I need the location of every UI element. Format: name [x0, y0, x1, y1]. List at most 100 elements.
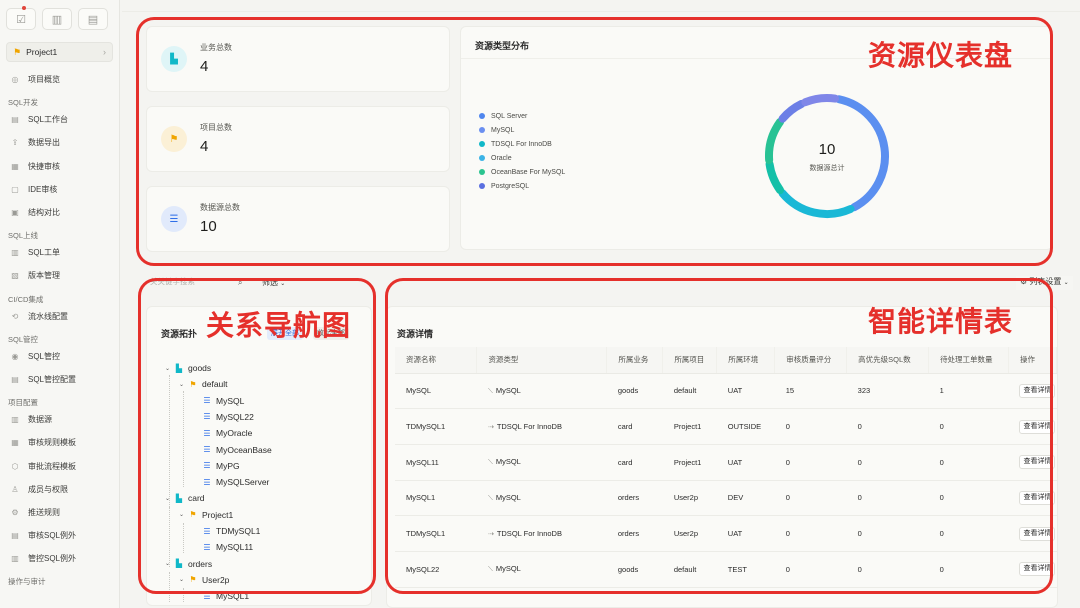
legend-dot	[479, 113, 485, 119]
table-cell-action: 查看详情	[1008, 373, 1057, 410]
settings-icon: ⚙	[1020, 277, 1028, 286]
view-detail-button[interactable]: 查看详情	[1019, 526, 1056, 541]
tree-node-label: MySQLServer	[216, 477, 270, 488]
donut-segment-postgresql[interactable]	[778, 99, 806, 123]
legend-item[interactable]: SQL Server	[479, 109, 565, 123]
column-header: 所属业务	[606, 347, 664, 374]
chevron-down-icon[interactable]: ⌄	[179, 511, 188, 518]
sidebar-item[interactable]: ▤ SQL管控配置	[0, 368, 119, 391]
table-cell-score: 15	[774, 373, 847, 410]
tree-node-biz[interactable]: ⌄ ▙ orders	[165, 557, 212, 571]
donut-segment-tdsql[interactable]	[778, 189, 855, 218]
tree-node-db[interactable]: ☰ MyOracle	[193, 426, 252, 440]
sidebar-item[interactable]: ▢ IDE审核	[0, 178, 119, 201]
column-header: 资源名称	[395, 347, 478, 374]
tree-node-db[interactable]: ☰ MySQLServer	[193, 475, 269, 489]
column-header: 待处理工单数量	[928, 347, 1009, 374]
donut-segment-sqlserver[interactable]	[801, 94, 840, 107]
chevron-down-icon[interactable]: ⌄	[179, 576, 188, 583]
sidebar-item[interactable]: ◉ SQL管控	[0, 345, 119, 368]
tree-node-db[interactable]: ☰ MySQL22	[193, 410, 253, 424]
sidebar-item-label: 成员与权限	[28, 484, 68, 494]
tree-node-db[interactable]: ☰ MyPG	[193, 459, 239, 473]
column-setting-button[interactable]: ⚙ 列表设置 ⌄	[1016, 276, 1073, 290]
legend-item[interactable]: OceanBase For MySQL	[479, 165, 565, 179]
sidebar-item[interactable]: ⟲ 流水线配置	[0, 305, 119, 328]
export-icon: ⇪	[11, 138, 19, 148]
legend-dot	[479, 183, 485, 189]
overview-icon: ◎	[11, 75, 19, 85]
view-detail-button[interactable]: 查看详情	[1019, 562, 1056, 577]
document-icon[interactable]: ▤	[78, 8, 108, 30]
tree-node-proj[interactable]: ⌄ ⚑ User2p	[179, 573, 229, 587]
tree-node-db[interactable]: ☰ MyOceanBase	[193, 443, 271, 457]
donut-segment-oracle[interactable]	[765, 117, 785, 165]
database-icon: ☰	[203, 542, 211, 552]
sidebar-item[interactable]: ◎ 项目概览	[0, 68, 119, 91]
sidebar-item[interactable]: ▥ SQL工单	[0, 241, 119, 264]
tree-node-db[interactable]: ☰ MySQL	[193, 394, 244, 408]
table-cell-type: ⟍ MySQL	[476, 373, 607, 410]
ide-audit-icon: ▢	[11, 184, 19, 194]
legend-item[interactable]: PostgreSQL	[479, 179, 565, 193]
sidebar-item[interactable]: ▥ 数据源	[0, 408, 119, 431]
database-icon: ☰	[203, 428, 211, 438]
view-detail-button[interactable]: 查看详情	[1019, 490, 1056, 505]
table-cell-type: ⟍ MySQL	[476, 444, 607, 481]
legend-item[interactable]: MySQL	[479, 123, 565, 137]
tree-node-label: default	[202, 379, 228, 390]
tree-node-label: Project1	[202, 509, 234, 520]
annotation-navigator: 关系导航图	[206, 309, 352, 342]
table-row[interactable]: MySQL22 ⟍ MySQL goods default TEST 0 0 0 查看详情	[395, 551, 1057, 588]
sidebar-item[interactable]: ⚙ 推送规则	[0, 501, 119, 524]
tree-node-db[interactable]: ☰ MySQL11	[193, 540, 253, 554]
sidebar-item[interactable]: ▤ SQL工作台	[0, 108, 119, 131]
sidebar-item[interactable]: ▤ 审核SQL例外	[0, 524, 119, 547]
tree-node-proj[interactable]: ⌄ ⚑ default	[179, 377, 228, 391]
bar-chart-icon[interactable]: ▥	[42, 8, 72, 30]
sidebar-top-toolbar: ☑ ▥ ▤	[0, 0, 119, 38]
donut-segment-oceanbase[interactable]	[765, 160, 785, 195]
view-detail-button[interactable]: 查看详情	[1019, 383, 1056, 398]
sidebar-item[interactable]: ▦ 审核规则模板	[0, 431, 119, 454]
filter-button[interactable]: 筛选 ⌄	[262, 277, 285, 288]
sidebar-item-label: 审核SQL例外	[28, 531, 77, 541]
chevron-down-icon[interactable]: ⌄	[165, 365, 174, 372]
legend-dot	[479, 155, 485, 161]
tree-node-label: MySQL11	[216, 542, 254, 553]
table-cell-pending: 0	[928, 444, 1009, 481]
tree-node-proj[interactable]: ⌄ ⚑ Project1	[179, 508, 233, 522]
tree-node-db[interactable]: ☰ TDMySQL1	[193, 524, 260, 538]
table-cell-biz: card	[606, 408, 663, 445]
sidebar-item[interactable]: ▣ 结构对比	[0, 201, 119, 224]
table-row[interactable]: MySQL1 ⟍ MySQL orders User2p DEV 0 0 0 查看详情	[395, 480, 1057, 517]
view-detail-button[interactable]: 查看详情	[1019, 455, 1056, 470]
search-icon[interactable]: ⌕	[238, 278, 242, 288]
sidebar-item[interactable]: ▥ 管控SQL例外	[0, 547, 119, 570]
rule-template-icon: ▦	[11, 438, 19, 448]
sidebar-item[interactable]: ⇪ 数据导出	[0, 131, 119, 154]
sidebar-item[interactable]: ⬡ 审批流程模板	[0, 454, 119, 477]
project-selector[interactable]: ⚑ Project1 ›	[6, 42, 113, 62]
table-cell-proj: Project1	[662, 408, 717, 445]
table-row[interactable]: TDMySQL1 ⇢ TDSQL For InnoDB card Project1 OUT…	[395, 408, 1057, 445]
donut-segment-mysql[interactable]	[835, 95, 889, 212]
annotation-dashboard: 资源仪表盘	[868, 39, 1014, 72]
table-row[interactable]: MySQL11 ⟍ MySQL card Project1 UAT 0 0 0 查看详情	[395, 444, 1057, 481]
tree-node-biz[interactable]: ⌄ ▙ card	[165, 491, 205, 505]
sidebar-item[interactable]: ▧ 版本管理	[0, 264, 119, 287]
chevron-down-icon[interactable]: ⌄	[179, 381, 188, 388]
sidebar-item[interactable]: ▦ 快捷审核	[0, 155, 119, 178]
sidebar-item[interactable]: ♙ 成员与权限	[0, 478, 119, 501]
table-cell-env: TEST	[716, 551, 775, 588]
table-row[interactable]: TDMySQL1 ⇢ TDSQL For InnoDB orders User2p UAT…	[395, 515, 1057, 552]
tree-node-biz[interactable]: ⌄ ▙ goods	[165, 361, 211, 375]
view-detail-button[interactable]: 查看详情	[1019, 419, 1056, 434]
table-cell-biz: goods	[606, 373, 663, 410]
table-row[interactable]: MySQL ⟍ MySQL goods default UAT 15 323 1 查看详情	[395, 373, 1057, 410]
checklist-icon[interactable]: ☑	[6, 6, 36, 30]
legend-item[interactable]: Oracle	[479, 151, 565, 165]
search-input[interactable]: 关关键字搜索	[150, 276, 250, 290]
legend-item[interactable]: TDSQL For InnoDB	[479, 137, 565, 151]
tree-node-db[interactable]: ☰ MySQL1	[193, 589, 249, 603]
